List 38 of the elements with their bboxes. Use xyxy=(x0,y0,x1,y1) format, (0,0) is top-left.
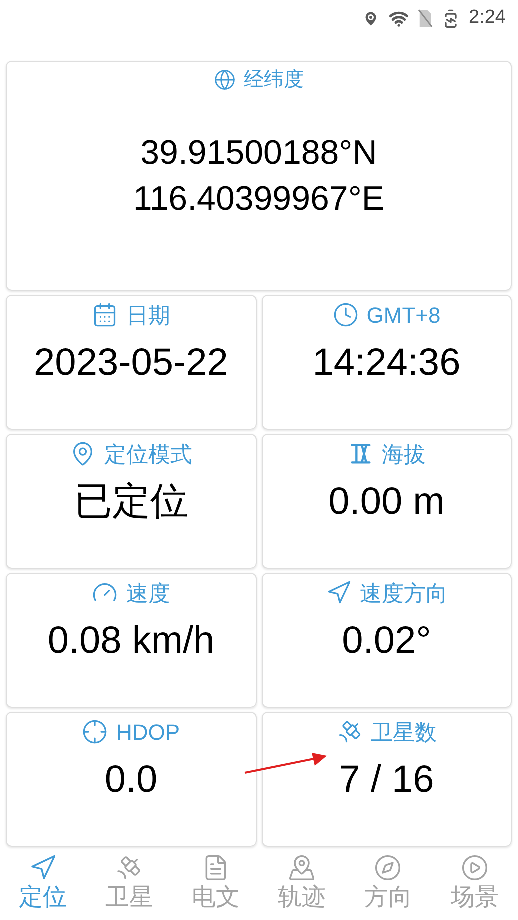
map-pin-icon xyxy=(288,854,316,882)
card-label: GMT+8 xyxy=(366,302,441,330)
card-label: HDOP xyxy=(116,718,180,747)
crosshair-icon xyxy=(82,719,108,746)
card-value: 0.0 xyxy=(104,758,158,804)
clock-icon xyxy=(332,302,359,328)
card-value: 0.08 km/h xyxy=(48,619,215,664)
card-label: 日期 xyxy=(126,302,170,330)
card-value: 0.02° xyxy=(342,619,432,664)
card-value: 0.00 m xyxy=(328,480,445,526)
no-sim-icon xyxy=(418,9,434,28)
satellite-icon xyxy=(115,854,144,882)
nav-tab[interactable]: 方向 xyxy=(345,847,432,920)
card-value: 2023-05-22 xyxy=(34,341,228,386)
nav-tab[interactable]: 场景 xyxy=(432,847,518,920)
card-label: 速度方向 xyxy=(360,580,448,608)
nav-tab[interactable]: 卫星 xyxy=(86,847,173,920)
play-icon xyxy=(460,854,489,882)
card-label: 定位模式 xyxy=(104,440,192,469)
calendar-icon xyxy=(92,302,118,328)
globe-icon xyxy=(214,69,236,92)
card-value: 14:24:36 xyxy=(312,341,461,386)
card-label: 速度 xyxy=(126,580,170,608)
status-time: 2:24 xyxy=(469,6,506,30)
navigation-arrow-icon xyxy=(29,854,58,882)
navigation-arrow-icon xyxy=(326,580,352,606)
nav-tab[interactable]: 轨迹 xyxy=(258,847,346,920)
coordinate-value: 116.40399967°E xyxy=(133,179,385,220)
nav-tab[interactable]: 电文 xyxy=(172,847,259,920)
nav-tab[interactable]: 定位 xyxy=(0,847,86,920)
coordinate-value: 39.91500188°N xyxy=(140,133,378,174)
card-label: 卫星数 xyxy=(370,718,437,747)
card-value: 已定位 xyxy=(74,480,188,526)
compass-icon xyxy=(374,854,402,882)
card-value: 7 / 16 xyxy=(339,758,434,804)
card-label: 海拔 xyxy=(382,440,426,469)
card-label: 经纬度 xyxy=(244,68,304,94)
satellite-icon xyxy=(336,719,363,746)
